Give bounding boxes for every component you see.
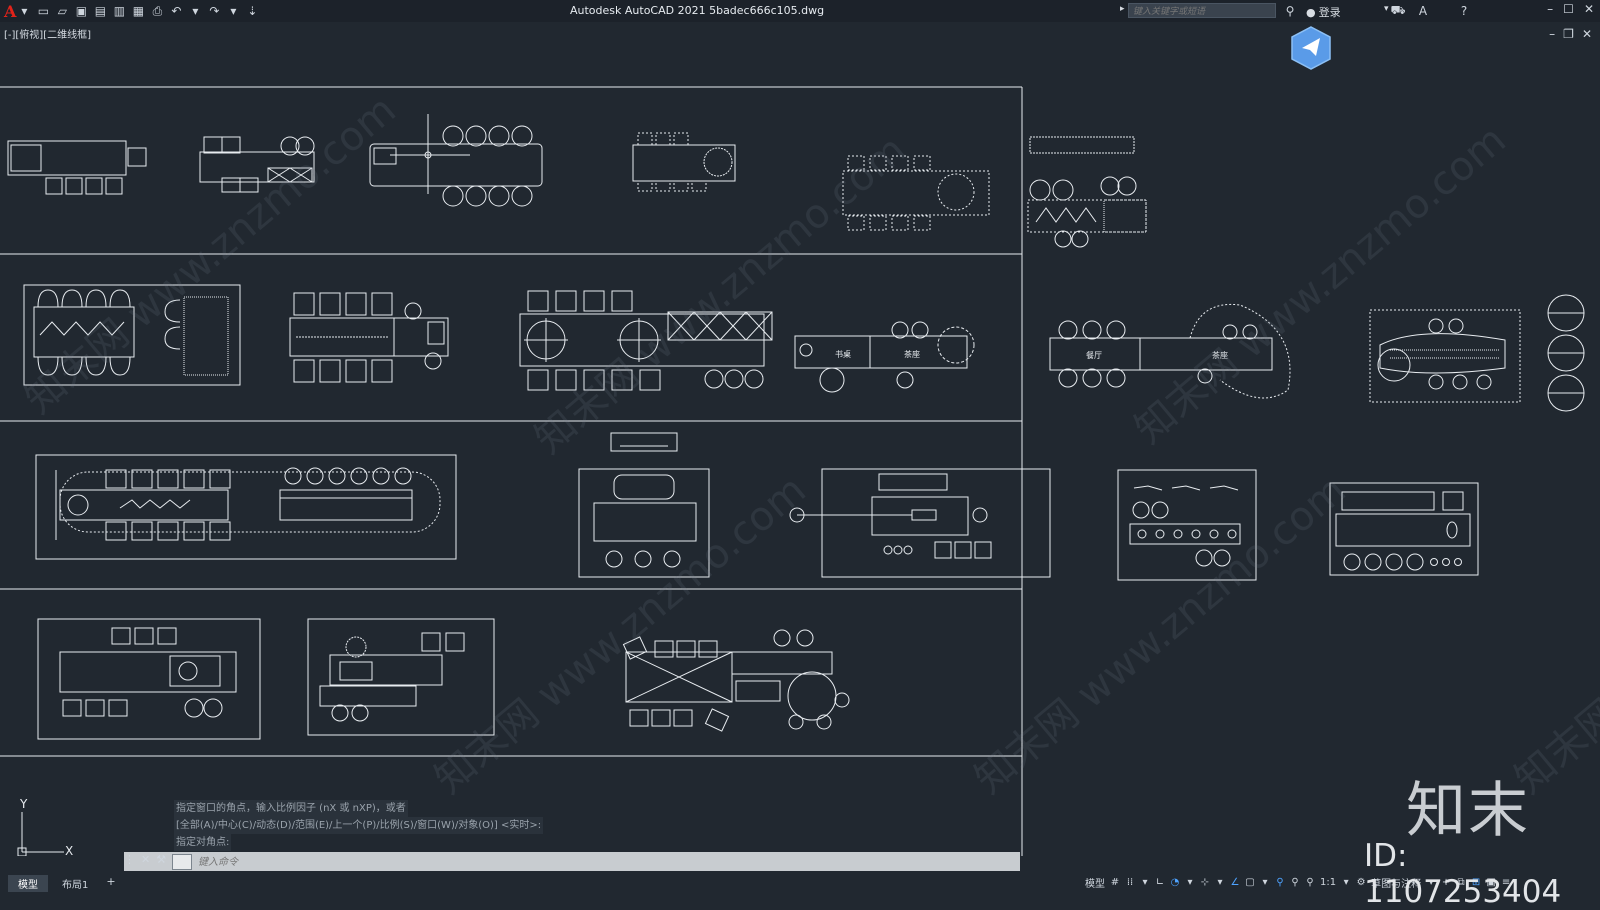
long-table-block[interactable] <box>35 454 457 560</box>
maximize-icon[interactable]: ☐ <box>1563 2 1574 16</box>
auto-scale-icon[interactable]: ⚲ <box>1290 877 1300 888</box>
login-button[interactable]: ● 登录 <box>1306 4 1341 20</box>
search-expand-icon[interactable]: ▸ <box>1120 4 1125 14</box>
annotation-scale-icon[interactable]: ⚲ <box>1305 877 1315 888</box>
command-history-line: 指定对角点: <box>174 834 232 851</box>
desk-tea-block[interactable]: 书桌 茶座 <box>794 321 975 393</box>
grid-icon[interactable]: # <box>1110 877 1120 888</box>
search-icon[interactable]: ⚲ <box>1282 3 1298 19</box>
layout-tabs: 模型 布局1 + <box>8 875 120 892</box>
command-close-icon[interactable]: ✕ <box>141 853 150 866</box>
new-file-icon[interactable]: ▭ <box>35 3 51 19</box>
command-recent-icon[interactable] <box>172 854 192 870</box>
customize-toolbar-icon[interactable]: ⇣ <box>244 3 260 19</box>
redo-dropdown-icon[interactable]: ▾ <box>225 3 241 19</box>
polar-tracking-icon[interactable]: ◔ <box>1170 877 1180 888</box>
undo-dropdown-icon[interactable]: ▾ <box>187 3 203 19</box>
isodraft-icon[interactable]: ⊹ <box>1200 877 1210 888</box>
ucs-x-label: X <box>65 844 73 856</box>
counter-block[interactable] <box>1329 482 1479 576</box>
object-snap-tracking-icon[interactable]: ∠ <box>1230 877 1240 888</box>
object-snap-icon[interactable]: ▢ <box>1245 877 1255 888</box>
autocad-logo-icon[interactable]: A <box>4 2 16 21</box>
window-title: Autodesk AutoCAD 2021 5badec666c105.dwg <box>570 4 825 17</box>
office-desk-block-2[interactable] <box>307 618 495 736</box>
title-bar: A ▾ ▭ ▱ ▣ ▤ ▥ ▦ ⎙ ↶ ▾ ↷ ▾ ⇣ Autodesk Aut… <box>0 0 1600 22</box>
sofa-block-1[interactable] <box>1027 136 1147 248</box>
minimize-icon[interactable]: – <box>1547 2 1553 16</box>
user-icon: ● <box>1306 5 1316 19</box>
ortho-icon[interactable]: ∟ <box>1155 877 1165 888</box>
annotation-visibility-icon[interactable]: ⚲ <box>1275 877 1285 888</box>
command-history: 指定窗口的角点，输入比例因子 (nX 或 nXP)，或者 [全部(A)/中心(C… <box>174 800 544 851</box>
dining-label: 餐厅 <box>1086 351 1102 360</box>
command-history-line: 指定窗口的角点，输入比例因子 (nX 或 nXP)，或者 <box>174 800 408 817</box>
study-label: 书桌 <box>835 349 851 359</box>
command-history-line: [全部(A)/中心(C)/动态(D)/范围(E)/上一个(P)/比例(S)/窗口… <box>174 817 544 834</box>
command-grip-icon[interactable]: ⋮ <box>124 853 135 866</box>
command-input[interactable] <box>196 853 1020 872</box>
tab-model[interactable]: 模型 <box>8 875 48 892</box>
tab-layout1[interactable]: 布局1 <box>52 875 98 892</box>
help-icon[interactable]: ? <box>1456 3 1472 19</box>
search-input[interactable] <box>1128 3 1276 18</box>
app-menu-chevron-icon[interactable]: ▾ <box>16 3 32 19</box>
polar-dropdown-icon[interactable]: ▾ <box>1185 877 1195 888</box>
model-space-toggle[interactable]: 模型 <box>1085 875 1105 890</box>
lounge-block[interactable] <box>1369 309 1521 403</box>
brand-id: ID: 1107253404 <box>1364 838 1562 910</box>
annotation-scale-value[interactable]: 1:1 <box>1320 877 1336 888</box>
save-icon[interactable]: ▣ <box>73 3 89 19</box>
open-web-icon[interactable]: ▥ <box>111 3 127 19</box>
snap-icon[interactable]: ⁞⁞ <box>1125 877 1135 888</box>
undo-icon[interactable]: ↶ <box>168 3 184 19</box>
tea-label: 茶座 <box>904 349 920 359</box>
save-as-icon[interactable]: ▤ <box>92 3 108 19</box>
cart-icon[interactable]: ⛟ <box>1390 3 1406 19</box>
add-layout-button[interactable]: + <box>102 875 119 892</box>
table-block-7[interactable] <box>289 292 449 383</box>
desk-block[interactable] <box>789 468 1051 578</box>
ucs-icon: Y X <box>17 797 73 856</box>
redo-icon[interactable]: ↷ <box>206 3 222 19</box>
scale-dropdown-icon[interactable]: ▾ <box>1341 877 1351 888</box>
save-web-icon[interactable]: ▦ <box>130 3 146 19</box>
drawing-canvas[interactable]: 书桌 茶座 餐厅 茶座 Y X <box>0 36 1600 856</box>
table-block-1[interactable] <box>7 140 147 195</box>
close-icon[interactable]: ✕ <box>1584 2 1594 16</box>
ucs-y-label: Y <box>19 797 28 811</box>
office-desk-block-1[interactable] <box>37 618 261 740</box>
stools-block[interactable] <box>1547 294 1585 412</box>
command-customize-icon[interactable]: ⚒ <box>156 853 166 866</box>
autodesk-a360-icon[interactable]: A <box>1415 3 1431 19</box>
brand-logo: 知末 <box>1406 776 1530 846</box>
login-dropdown-icon[interactable]: ▾ <box>1384 4 1389 14</box>
login-label: 登录 <box>1318 6 1341 19</box>
table-block-4[interactable] <box>632 132 736 192</box>
object-snap-dropdown-icon[interactable]: ▾ <box>1260 877 1270 888</box>
open-file-icon[interactable]: ▱ <box>54 3 70 19</box>
plot-icon[interactable]: ⎙ <box>149 3 165 19</box>
isodraft-dropdown-icon[interactable]: ▾ <box>1215 877 1225 888</box>
office-desk-block-3[interactable] <box>622 629 850 732</box>
snap-dropdown-icon[interactable]: ▾ <box>1140 877 1150 888</box>
